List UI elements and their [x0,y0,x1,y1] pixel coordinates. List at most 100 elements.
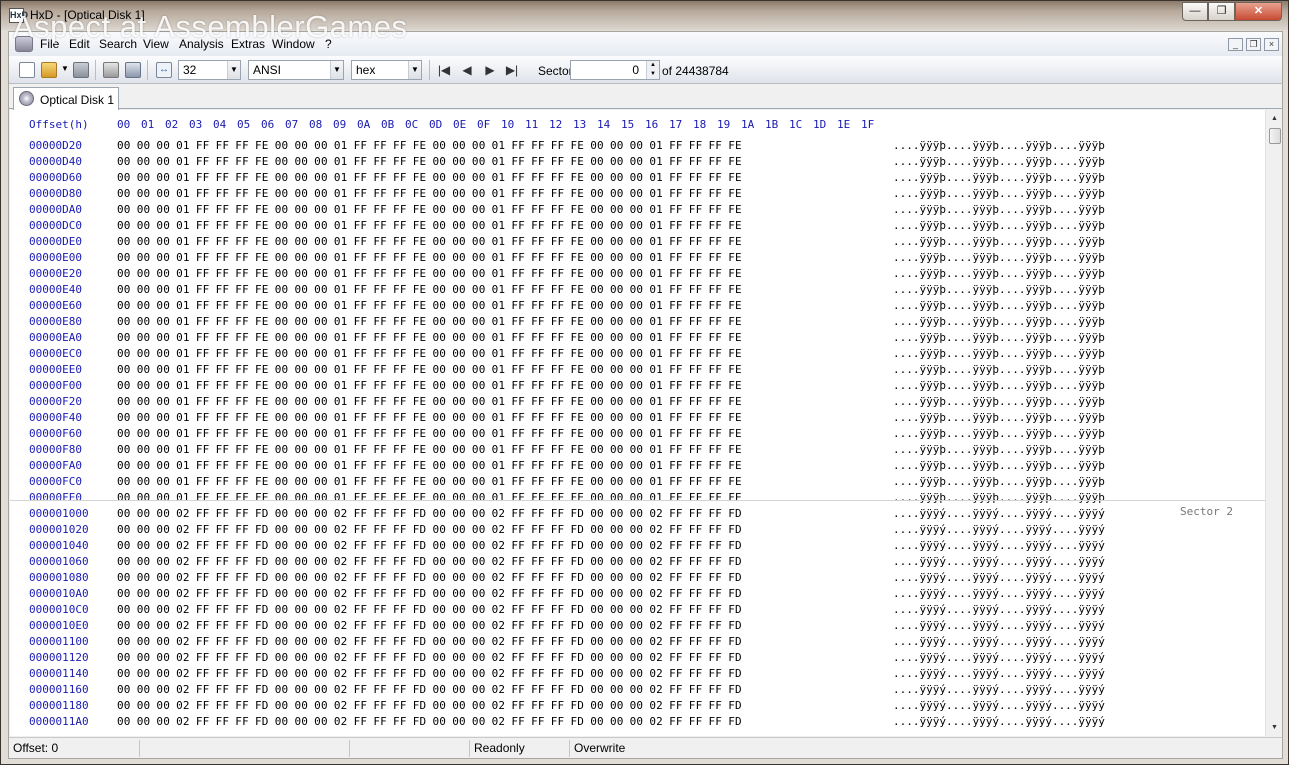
hex-row[interactable]: 00000E60 00 00 00 01 FF FF FF FE 00 00 00… [10,295,1265,312]
column-header: 1B [765,118,779,131]
last-sector-icon[interactable]: ▶| [505,62,519,78]
hex-row[interactable]: 000001040 00 00 00 02 FF FF FF FD 00 00 0… [10,535,1265,552]
hex-row[interactable]: 000001140 00 00 00 02 FF FF FF FD 00 00 0… [10,663,1265,680]
toolbar-separator [95,60,96,80]
spin-up-icon[interactable]: ▲ [646,61,659,70]
sector-input[interactable]: 0 ▲ ▼ [570,60,660,80]
row-ascii-text[interactable]: ....ÿÿÿý....ÿÿÿý....ÿÿÿý....ÿÿÿý [893,715,1105,728]
hex-row[interactable]: 000001080 00 00 00 02 FF FF FF FD 00 00 0… [10,567,1265,584]
menu-help[interactable]: ? [325,37,332,51]
hex-row[interactable]: 00000E00 00 00 00 01 FF FF FF FE 00 00 00… [10,247,1265,264]
column-header: 0B [381,118,395,131]
hex-row[interactable]: 00000FA0 00 00 00 01 FF FF FF FE 00 00 00… [10,455,1265,472]
hex-row[interactable]: 00000EC0 00 00 00 01 FF FF FF FE 00 00 00… [10,343,1265,360]
hex-row[interactable]: 00000D60 00 00 00 01 FF FF FF FE 00 00 00… [10,167,1265,184]
minimize-button[interactable]: — [1182,2,1208,21]
menu-view[interactable]: View [143,37,169,51]
menu-window[interactable]: Window [272,37,315,51]
scroll-down-icon[interactable]: ▼ [1266,719,1283,736]
scroll-up-icon[interactable]: ▲ [1266,110,1283,127]
tab-label: Optical Disk 1 [40,93,115,107]
mdi-restore-button[interactable]: ❐ [1246,38,1261,51]
hex-row[interactable]: 0000010C0 00 00 00 02 FF FF FF FD 00 00 0… [10,599,1265,616]
hex-row[interactable]: 00000F00 00 00 00 01 FF FF FF FE 00 00 00… [10,375,1265,392]
column-header: 1C [789,118,803,131]
first-sector-icon[interactable]: |◀ [437,62,451,78]
column-header: 13 [573,118,587,131]
close-button[interactable]: ✕ [1235,2,1282,21]
open-ram-icon[interactable] [125,62,141,78]
toolbar: ▼ ↔ 32 ▼ ANSI ▼ hex ▼ |◀ ◀ ▶ ▶| Sector 0… [9,56,1282,84]
column-header: 00 [117,118,131,131]
hex-row[interactable]: 00000F20 00 00 00 01 FF FF FF FE 00 00 00… [10,391,1265,408]
chevron-down-icon[interactable]: ▼ [227,61,240,79]
hex-row[interactable]: 00000D20 00 00 00 01 FF FF FF FE 00 00 00… [10,135,1265,152]
open-dropdown-icon[interactable]: ▼ [61,64,69,73]
hex-row[interactable]: 00000FC0 00 00 00 01 FF FF FF FE 00 00 00… [10,471,1265,488]
new-file-icon[interactable] [19,62,35,78]
hex-row[interactable]: 00000EA0 00 00 00 01 FF FF FF FE 00 00 00… [10,327,1265,344]
hex-row[interactable]: 00000E40 00 00 00 01 FF FF FF FE 00 00 00… [10,279,1265,296]
app-window: HxD HxD - [Optical Disk 1] Aspect at Ass… [0,0,1289,765]
hex-editor-view[interactable]: Offset(h) 00 01 02 03 04 05 06 07 08 09 0A 0B 0C 0D 0E… [10,110,1265,736]
maximize-button[interactable]: ❐ [1208,2,1235,21]
title-bar[interactable]: HxD HxD - [Optical Disk 1] Aspect at Ass… [1,1,1288,44]
open-file-icon[interactable] [41,62,57,78]
hex-row[interactable]: 000001180 00 00 00 02 FF FF FF FD 00 00 0… [10,695,1265,712]
hex-row[interactable]: 0000010E0 00 00 00 02 FF FF FF FD 00 00 0… [10,615,1265,632]
hex-row[interactable]: 00000F40 00 00 00 01 FF FF FF FE 00 00 00… [10,407,1265,424]
hex-row[interactable]: 00000E20 00 00 00 01 FF FF FF FE 00 00 00… [10,263,1265,280]
tab-optical-disk-1[interactable]: Optical Disk 1 [13,87,119,110]
hex-row[interactable]: 00000F80 00 00 00 01 FF FF FF FE 00 00 00… [10,439,1265,456]
vertical-scrollbar[interactable]: ▲ ▼ [1265,110,1282,736]
column-header: 19 [717,118,731,131]
status-divider [469,740,470,757]
column-header: 06 [261,118,275,131]
offset-column-header: Offset(h) [29,118,89,131]
hex-row[interactable]: 00000D80 00 00 00 01 FF FF FF FE 00 00 00… [10,183,1265,200]
hex-row[interactable]: 00000DC0 00 00 00 01 FF FF FF FE 00 00 00… [10,215,1265,232]
column-header: 05 [237,118,251,131]
hex-row[interactable]: 00000EE0 00 00 00 01 FF FF FF FE 00 00 00… [10,359,1265,376]
hex-row[interactable]: 000001000 00 00 00 02 FF FF FF FD 00 00 0… [10,503,1265,520]
row-hex-bytes[interactable]: 00 00 00 02 FF FF FF FD 00 00 00 02 FF F… [117,715,742,728]
offset-base-select[interactable]: hex ▼ [351,60,422,80]
mdi-close-button[interactable]: × [1264,38,1279,51]
previous-sector-icon[interactable]: ◀ [460,62,474,78]
column-header: 1A [741,118,755,131]
hex-row[interactable]: 00000F60 00 00 00 01 FF FF FF FE 00 00 00… [10,423,1265,440]
sector-label: Sector [538,64,573,78]
scroll-thumb[interactable] [1269,128,1281,144]
hex-row[interactable]: 00000DA0 00 00 00 01 FF FF FF FE 00 00 00… [10,199,1265,216]
document-menu-icon[interactable] [15,36,33,52]
chevron-down-icon[interactable]: ▼ [408,61,421,79]
column-header: 0F [477,118,491,131]
menu-extras[interactable]: Extras [231,37,265,51]
hex-row[interactable]: 00000DE0 00 00 00 01 FF FF FF FE 00 00 00… [10,231,1265,248]
menu-analysis[interactable]: Analysis [179,37,224,51]
column-header: 16 [645,118,659,131]
column-header: 1D [813,118,827,131]
menu-edit[interactable]: Edit [69,37,90,51]
hex-row[interactable]: 0000010A0 00 00 00 02 FF FF FF FD 00 00 0… [10,583,1265,600]
column-header: 1F [861,118,875,131]
hex-row[interactable]: 000001020 00 00 00 02 FF FF FF FD 00 00 0… [10,519,1265,536]
charset-select[interactable]: ANSI ▼ [248,60,344,80]
hex-row[interactable]: 000001120 00 00 00 02 FF FF FF FD 00 00 0… [10,647,1265,664]
menu-file[interactable]: File [40,37,59,51]
hex-row[interactable]: 0000011A0 00 00 00 02 FF FF FF FD 00 00 0… [10,711,1265,728]
menu-search[interactable]: Search [99,37,137,51]
spin-down-icon[interactable]: ▼ [646,70,659,79]
bytes-per-row-select[interactable]: 32 ▼ [178,60,241,80]
save-icon[interactable] [73,62,89,78]
hex-row[interactable]: 00000D40 00 00 00 01 FF FF FF FE 00 00 00… [10,151,1265,168]
status-divider [139,740,140,757]
open-disk-icon[interactable] [103,62,119,78]
chevron-down-icon[interactable]: ▼ [330,61,343,79]
hex-row[interactable]: 00000E80 00 00 00 01 FF FF FF FE 00 00 00… [10,311,1265,328]
hex-row[interactable]: 000001060 00 00 00 02 FF FF FF FD 00 00 0… [10,551,1265,568]
next-sector-icon[interactable]: ▶ [483,62,497,78]
hex-row[interactable]: 000001100 00 00 00 02 FF FF FF FD 00 00 0… [10,631,1265,648]
hex-row[interactable]: 000001160 00 00 00 02 FF FF FF FD 00 00 0… [10,679,1265,696]
mdi-minimize-button[interactable]: _ [1228,38,1243,51]
